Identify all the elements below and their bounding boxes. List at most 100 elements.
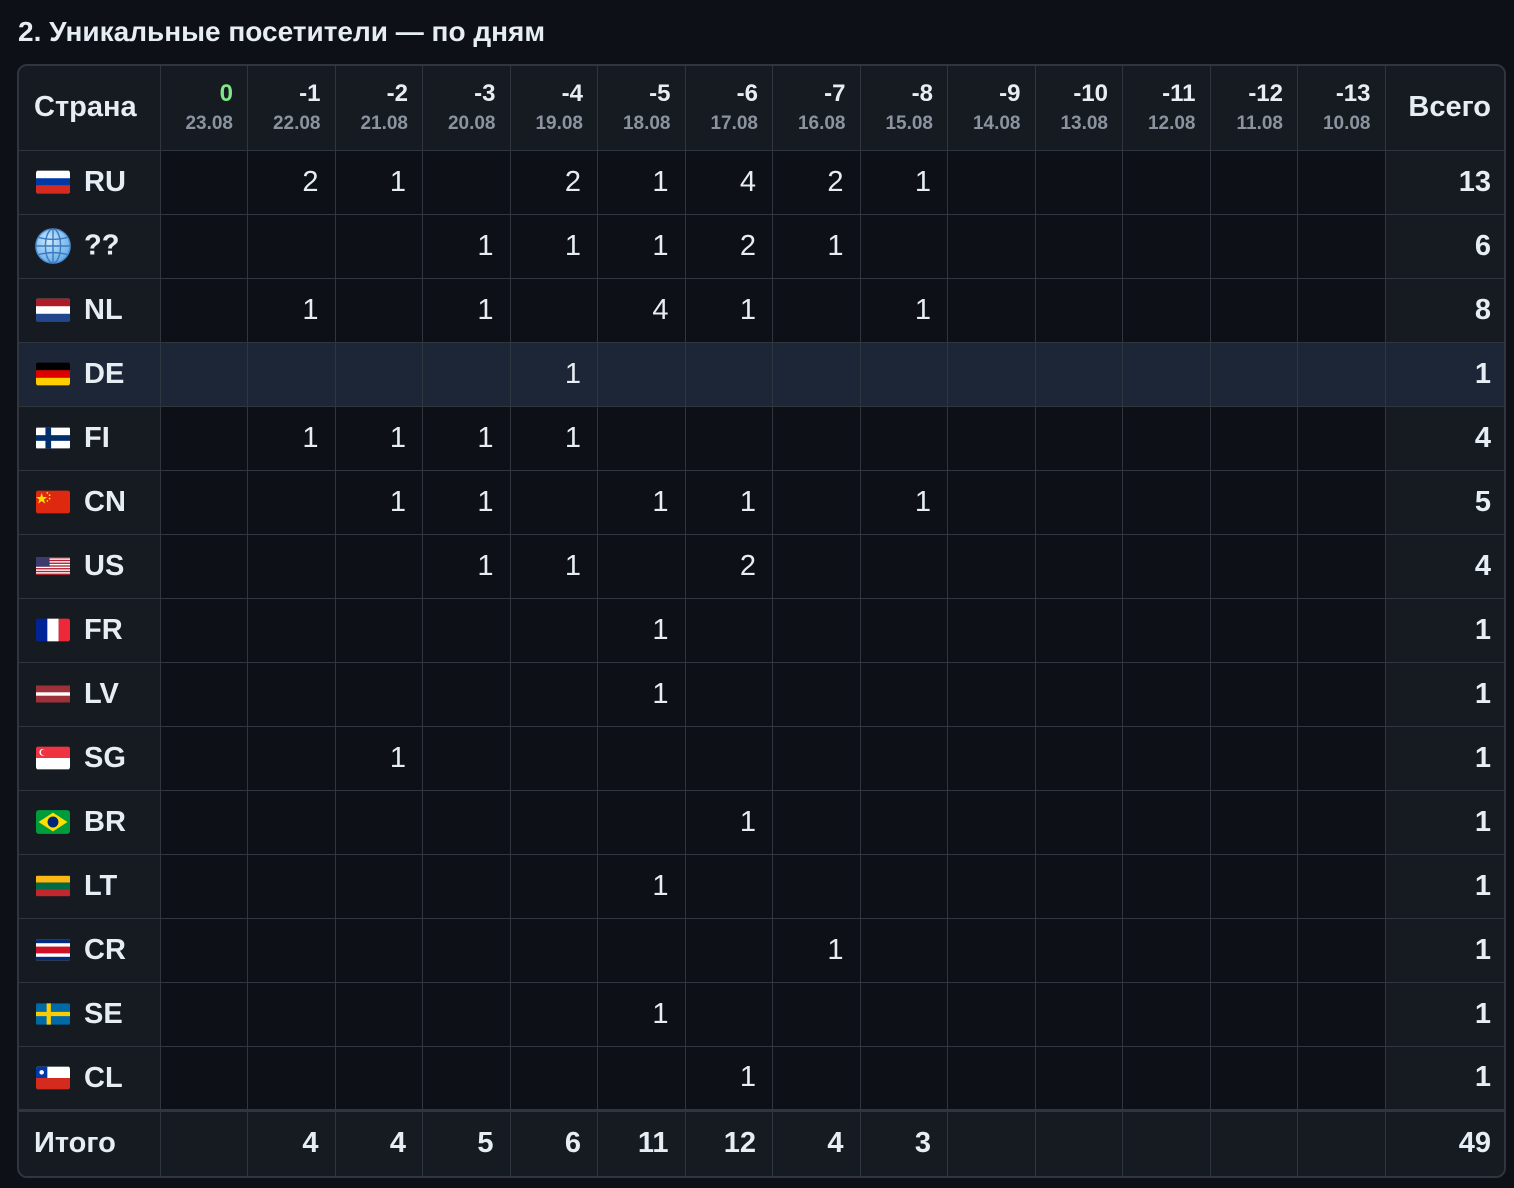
column-header-day-9[interactable]: -9 14.08 (947, 66, 1036, 151)
column-header-day-0[interactable]: 0 23.08 (159, 66, 248, 151)
day-count-cell (859, 341, 948, 407)
footer-grand-total-cell: 49 (1384, 1108, 1504, 1176)
day-count-cell (509, 725, 598, 791)
table-row[interactable]: LV 1 1 (19, 661, 1504, 727)
day-count-cell: 1 (509, 341, 598, 407)
day-count-cell (1297, 149, 1386, 215)
day-count-cell (859, 1045, 948, 1110)
day-count-cell: 1 (597, 981, 686, 1047)
day-count-cell (1209, 405, 1298, 471)
day-count-cell (334, 1045, 423, 1110)
column-header-day-12[interactable]: -12 11.08 (1209, 66, 1298, 151)
table-row[interactable]: RU 2 1 2 1 4 2 1 13 (19, 149, 1504, 215)
row-total-cell: 1 (1384, 917, 1504, 983)
day-offset: -12 (1248, 79, 1283, 107)
day-count-cell (772, 853, 861, 919)
table-row[interactable]: CL 1 1 (19, 1045, 1504, 1110)
day-count-cell: 1 (859, 149, 948, 215)
footer-day-total-cell: 12 (684, 1108, 773, 1176)
column-header-total[interactable]: Всего (1384, 66, 1504, 151)
table-row[interactable]: ?? 1 1 1 2 1 6 (19, 213, 1504, 279)
row-total-cell: 4 (1384, 405, 1504, 471)
day-count-cell (1297, 597, 1386, 663)
day-count-cell (1209, 1045, 1298, 1110)
day-count-cell: 1 (597, 661, 686, 727)
day-count-cell (1209, 789, 1298, 855)
day-count-cell (947, 277, 1036, 343)
day-count-cell (772, 981, 861, 1047)
table-row[interactable]: DE 1 1 (19, 341, 1504, 407)
footer-day-total-cell: 4 (247, 1108, 336, 1176)
column-header-day-4[interactable]: -4 19.08 (509, 66, 598, 151)
day-count-cell (1034, 533, 1123, 599)
day-count-cell: 4 (684, 149, 773, 215)
day-count-cell: 2 (247, 149, 336, 215)
column-header-day-3[interactable]: -3 20.08 (422, 66, 511, 151)
day-count-cell (1297, 533, 1386, 599)
column-header-day-7[interactable]: -7 16.08 (772, 66, 861, 151)
row-total-cell: 1 (1384, 341, 1504, 407)
column-header-day-13[interactable]: -13 10.08 (1297, 66, 1386, 151)
day-count-cell (597, 533, 686, 599)
row-total-cell: 1 (1384, 981, 1504, 1047)
day-count-cell (334, 853, 423, 919)
flag-fi-icon (36, 426, 70, 450)
day-count-cell (159, 213, 248, 279)
day-count-cell (247, 213, 336, 279)
row-total-cell: 13 (1384, 149, 1504, 215)
day-count-cell (247, 661, 336, 727)
day-count-cell: 1 (509, 213, 598, 279)
day-count-cell: 1 (247, 277, 336, 343)
table-row[interactable]: FR 1 1 (19, 597, 1504, 663)
day-count-cell: 1 (597, 469, 686, 535)
day-count-cell (1209, 149, 1298, 215)
table-row[interactable]: BR 1 1 (19, 789, 1504, 855)
day-count-cell (1122, 917, 1211, 983)
day-count-cell (159, 1045, 248, 1110)
table-row[interactable]: CR 1 1 (19, 917, 1504, 983)
day-offset: -11 (1162, 79, 1196, 107)
column-header-day-5[interactable]: -5 18.08 (597, 66, 686, 151)
flag-ru-icon (36, 170, 70, 194)
country-cell: BR (19, 789, 161, 855)
country-code: SG (84, 741, 126, 774)
table-row[interactable]: LT 1 1 (19, 853, 1504, 919)
footer-label: Итого (19, 1108, 161, 1176)
day-count-cell (422, 341, 511, 407)
day-count-cell (1297, 277, 1386, 343)
day-count-cell (684, 853, 773, 919)
day-count-cell (947, 917, 1036, 983)
table-row[interactable]: US 1 1 2 4 (19, 533, 1504, 599)
day-count-cell (1122, 661, 1211, 727)
day-count-cell: 1 (684, 1045, 773, 1110)
day-count-cell (334, 597, 423, 663)
column-header-country[interactable]: Страна (19, 66, 161, 151)
column-header-day-2[interactable]: -2 21.08 (334, 66, 423, 151)
day-count-cell (597, 917, 686, 983)
table-row[interactable]: FI 1 1 1 1 4 (19, 405, 1504, 471)
day-count-cell (1209, 981, 1298, 1047)
day-count-cell: 1 (859, 277, 948, 343)
day-count-cell (422, 597, 511, 663)
table-row[interactable]: NL 1 1 4 1 1 8 (19, 277, 1504, 343)
table-row[interactable]: SE 1 1 (19, 981, 1504, 1047)
day-count-cell (422, 725, 511, 791)
day-count-cell (772, 405, 861, 471)
table-row[interactable]: SG 1 1 (19, 725, 1504, 791)
day-count-cell (1209, 213, 1298, 279)
column-header-day-11[interactable]: -11 12.08 (1122, 66, 1211, 151)
day-count-cell (422, 981, 511, 1047)
day-count-cell (1034, 597, 1123, 663)
table-row[interactable]: CN 1 1 1 1 1 5 (19, 469, 1504, 535)
column-header-day-8[interactable]: -8 15.08 (859, 66, 948, 151)
column-header-day-1[interactable]: -1 22.08 (247, 66, 336, 151)
country-cell: CN (19, 469, 161, 535)
day-date: 23.08 (185, 112, 233, 134)
column-header-day-10[interactable]: -10 13.08 (1034, 66, 1123, 151)
day-count-cell (509, 1045, 598, 1110)
country-code: US (84, 549, 125, 582)
day-count-cell (1209, 917, 1298, 983)
column-header-day-6[interactable]: -6 17.08 (684, 66, 773, 151)
row-total-cell: 1 (1384, 789, 1504, 855)
flag-br-icon (36, 810, 70, 835)
